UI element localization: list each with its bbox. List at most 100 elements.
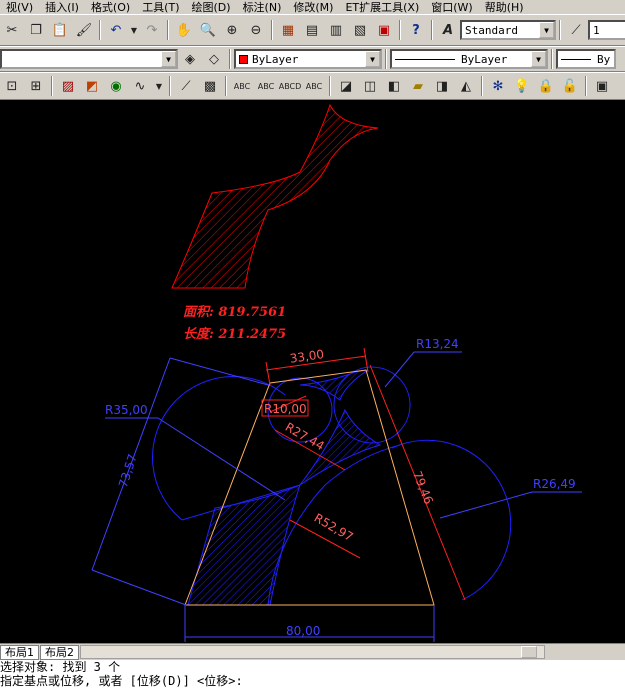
sun-icon[interactable]: ✻ [487, 75, 509, 97]
pan-icon[interactable]: ✋ [173, 19, 195, 41]
text-style-value: Standard [465, 23, 518, 37]
layer-previous-icon[interactable]: ◇ [203, 48, 225, 70]
scroll-thumb[interactable] [521, 646, 537, 658]
paste-icon[interactable]: 📋 [49, 19, 71, 41]
gradient-icon[interactable]: ◩ [81, 75, 103, 97]
chevron-down-icon[interactable]: ▼ [365, 51, 380, 67]
lineweight-value: By [597, 52, 611, 66]
lock-icon[interactable]: 🔒 [535, 75, 557, 97]
length-label: 长度: 211.2475 [183, 326, 286, 342]
dim-scale-select[interactable]: 1 [588, 20, 625, 40]
dim-bottom-label: 80,00 [286, 624, 320, 638]
dim-ext-left-top [169, 357, 269, 386]
undo-icon[interactable]: ↶ [105, 19, 127, 41]
leader-r13 [384, 351, 415, 388]
hatch-icon[interactable]: ▨ [57, 75, 79, 97]
spell-icon[interactable]: ABC [231, 75, 253, 97]
menu-dimension[interactable]: 标注(N) [237, 0, 288, 14]
command-line[interactable]: 选择对象: 找到 3 个 指定基点或位移, 或者 [位移(D)] <位移>: [0, 660, 625, 691]
region-icon[interactable]: ◉ [105, 75, 127, 97]
drawing-svg: 面积: 819.7561 长度: 211.2475 33,00 79,46 R1… [91, 103, 582, 642]
markup-icon[interactable]: ▧ [349, 19, 371, 41]
r-left-label: R35,00 [105, 403, 148, 417]
zoom-window-icon[interactable]: ⊕ [221, 19, 243, 41]
layer-select[interactable]: ▼ [0, 49, 178, 69]
bulb-icon[interactable]: 💡 [511, 75, 533, 97]
tool-palette-icon[interactable]: ▥ [325, 19, 347, 41]
layer-off-icon[interactable]: ◧ [383, 75, 405, 97]
text-style-select[interactable]: Standard ▼ [460, 20, 556, 40]
copy-icon[interactable]: ❐ [25, 19, 47, 41]
toolbar-separator [225, 76, 227, 96]
menu-express[interactable]: ET扩展工具(X) [339, 0, 425, 14]
horizontal-scrollbar[interactable] [80, 645, 545, 659]
drawing-canvas[interactable]: 面积: 819.7561 长度: 211.2475 33,00 79,46 R1… [0, 100, 625, 643]
layer-freeze-icon[interactable]: ◫ [359, 75, 381, 97]
toolbar-separator [551, 49, 553, 69]
toolbar-separator [481, 76, 483, 96]
menu-tools[interactable]: 工具(T) [136, 0, 185, 14]
menu-modify[interactable]: 修改(M) [287, 0, 339, 14]
redo-icon[interactable]: ↷ [141, 19, 163, 41]
dim-left-label: 73,57 [116, 452, 140, 489]
menu-draw[interactable]: 绘图(D) [186, 0, 237, 14]
menu-format[interactable]: 格式(O) [85, 0, 136, 14]
command-prompt-line: 指定基点或位移, 或者 [位移(D)] <位移>: [0, 674, 243, 688]
wave-icon[interactable]: ∿ [129, 75, 151, 97]
cut-icon[interactable]: ✂ [1, 19, 23, 41]
tab-layout1[interactable]: 布局1 [0, 644, 39, 660]
menu-insert[interactable]: 插入(I) [39, 0, 85, 14]
tab-layout2[interactable]: 布局2 [40, 644, 79, 660]
circle-r13[interactable] [333, 366, 411, 444]
grid-icon[interactable]: ⊞ [25, 75, 47, 97]
layer-match-icon[interactable]: ◨ [431, 75, 453, 97]
hatch-region-top[interactable] [171, 103, 379, 289]
menu-help[interactable]: 帮助(H) [479, 0, 530, 14]
lineweight-select[interactable]: By [556, 49, 616, 69]
chevron-down-icon[interactable]: ▼ [539, 22, 554, 38]
chevron-down-icon[interactable]: ▼ [531, 51, 546, 67]
linetype-select[interactable]: ByLayer ▼ [390, 49, 548, 69]
linetype-sample [395, 58, 455, 60]
menu-view[interactable]: 视(V) [0, 0, 39, 14]
calculator-icon[interactable]: ▣ [373, 19, 395, 41]
unlock-icon[interactable]: 🔓 [559, 75, 581, 97]
r-bottom-label: R52,97 [312, 511, 356, 544]
dim-style-icon[interactable]: ⟋ [565, 19, 587, 41]
hatch-region-bottom-left[interactable] [187, 484, 301, 606]
snap-icon[interactable]: ⊡ [1, 75, 23, 97]
layer-toolbar: ▼ ◈ ◇ ByLayer ▼ ByLayer ▼ By [0, 46, 625, 72]
layer-iso-icon[interactable]: ◪ [335, 75, 357, 97]
layer-walk-icon[interactable]: ◭ [455, 75, 477, 97]
zoom-icon[interactable]: 🔍 [197, 19, 219, 41]
text-style-icon[interactable]: A [437, 19, 459, 41]
viewport-icon[interactable]: ▣ [591, 75, 613, 97]
linetype-value: ByLayer [461, 52, 508, 66]
text-align-icon[interactable]: ABCD [279, 75, 302, 97]
dimension-toolbar: ⊡ ⊞ ▨ ◩ ◉ ∿ ▼ ⟋ ▩ ABC ABC ABCD ABC ◪ ◫ ◧… [0, 72, 625, 100]
layer-manager-icon[interactable]: ◈ [179, 48, 201, 70]
toolbar-separator [399, 20, 401, 40]
color-swatch [239, 54, 248, 64]
undo-dropdown-icon[interactable]: ▼ [129, 19, 139, 41]
leader-r35 [157, 417, 286, 501]
measure-icon[interactable]: ⟋ [175, 75, 197, 97]
lineweight-sample [561, 58, 591, 60]
menu-window[interactable]: 窗口(W) [425, 0, 478, 14]
toolbar-separator [51, 76, 53, 96]
list-dropdown-icon[interactable]: ▼ [153, 75, 165, 97]
text-fit-icon[interactable]: ABC [303, 75, 325, 97]
r-right-label: R26,49 [533, 477, 576, 491]
find-text-icon[interactable]: ABC [255, 75, 277, 97]
color-select[interactable]: ByLayer ▼ [234, 49, 382, 69]
dim-ext-top-left [265, 361, 271, 386]
chevron-down-icon[interactable]: ▼ [161, 51, 176, 67]
layer-lock-icon[interactable]: ▰ [407, 75, 429, 97]
match-icon[interactable]: 🖌 [73, 19, 95, 41]
block-icon[interactable]: ▩ [199, 75, 221, 97]
properties-icon[interactable]: ▦ [277, 19, 299, 41]
design-center-icon[interactable]: ▤ [301, 19, 323, 41]
toolbar-separator [271, 20, 273, 40]
zoom-prev-icon[interactable]: ⊖ [245, 19, 267, 41]
help-icon[interactable]: ? [405, 19, 427, 41]
